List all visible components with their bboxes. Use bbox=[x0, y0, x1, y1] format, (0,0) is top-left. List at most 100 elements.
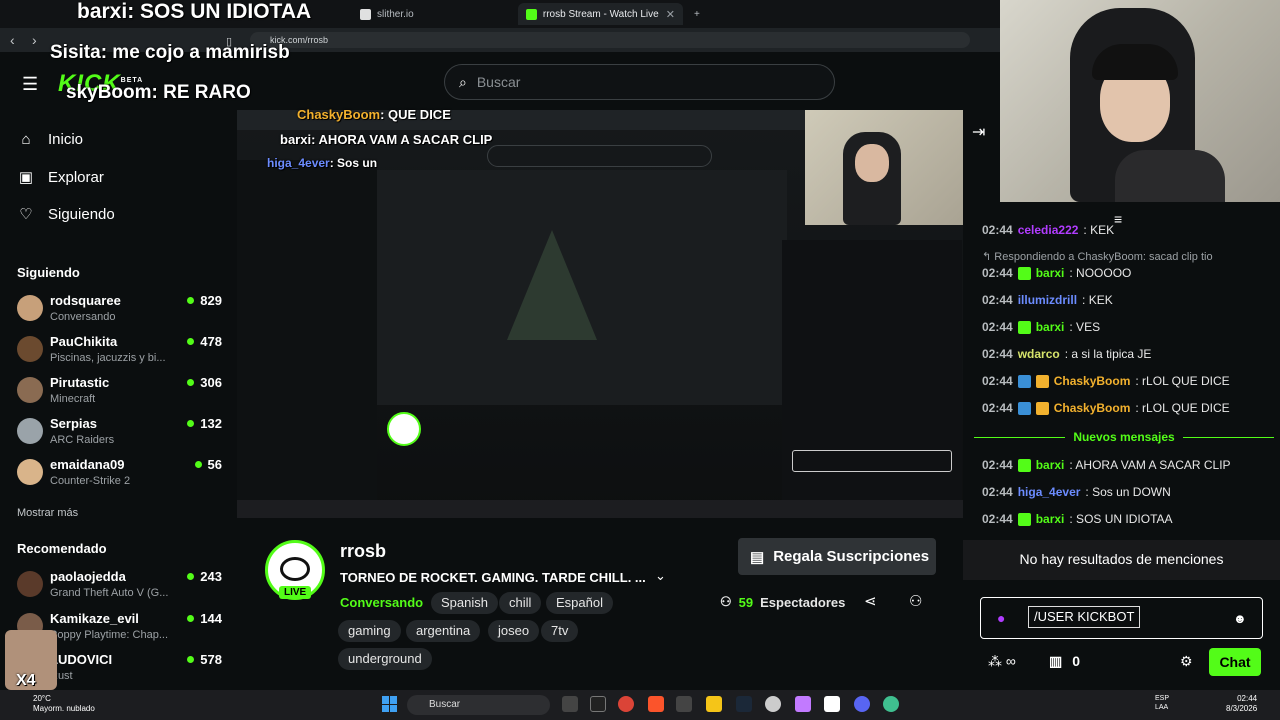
microphone-icon[interactable]: ● bbox=[997, 610, 1005, 626]
following-channel-serpias[interactable]: Serpias ARC Raiders 132 bbox=[17, 416, 227, 452]
overlay-chat-line-3: skyBoom: RE RARO bbox=[66, 82, 251, 103]
beanie-shape bbox=[1092, 44, 1178, 80]
multiplier-badge: X4 bbox=[16, 672, 36, 689]
windows-start-icon[interactable] bbox=[382, 696, 398, 712]
steam-icon[interactable] bbox=[736, 696, 752, 712]
chat-message: 02:44 barxi: VES bbox=[982, 320, 1101, 334]
app-icon[interactable] bbox=[795, 696, 811, 712]
recommended-section-title: Recomendado bbox=[17, 541, 107, 556]
tag-gaming[interactable]: gaming bbox=[338, 620, 401, 642]
viewer-count: 578 bbox=[187, 652, 222, 667]
keyboard-language[interactable]: ESP LAA bbox=[1155, 694, 1169, 712]
discord-icon[interactable] bbox=[854, 696, 870, 712]
app-icon[interactable] bbox=[883, 696, 899, 712]
file-explorer-icon[interactable] bbox=[706, 696, 722, 712]
emoji-icon[interactable]: ☻ bbox=[1233, 611, 1247, 626]
nested-sidebar bbox=[237, 160, 377, 500]
overlay-caption-2: barxi: AHORA VAM A SACAR CLIP bbox=[280, 132, 493, 147]
share-icon[interactable]: ⋖ bbox=[864, 592, 877, 610]
overlay-chat-line-2: Sisita: me cojo a mamirisb bbox=[50, 42, 290, 63]
live-dot-icon bbox=[187, 297, 195, 304]
system-clock[interactable]: 02:44 8/3/2026 bbox=[1226, 694, 1257, 714]
pinned-toggle-icon[interactable]: ≡ bbox=[1114, 211, 1122, 227]
heart-icon: ♡ bbox=[19, 206, 33, 223]
weather-widget[interactable]: 20°C Mayorm. nublado bbox=[33, 694, 95, 714]
following-section-title: Siguiendo bbox=[17, 265, 80, 280]
live-dot-icon bbox=[187, 338, 195, 345]
forward-icon[interactable]: › bbox=[32, 32, 37, 48]
send-chat-button[interactable]: Chat bbox=[1209, 648, 1261, 676]
webcam-feed bbox=[1000, 0, 1280, 202]
sidebar-item-inicio[interactable]: ⌂ Inicio bbox=[18, 131, 83, 148]
channel-points-icon[interactable]: ⁂ ∞ bbox=[988, 653, 1016, 670]
overlay-caption-1: ChaskyBoom: QUE DICE bbox=[297, 107, 451, 122]
live-dot-icon bbox=[194, 461, 202, 468]
chat-message: 02:44 illumizdrill: KEK bbox=[982, 293, 1113, 307]
live-badge: LIVE bbox=[279, 586, 312, 599]
following-channel-rodsquaree[interactable]: rodsquaree Conversando 829 bbox=[17, 293, 227, 329]
chat-input[interactable]: /USER KICKBOT bbox=[1028, 606, 1140, 628]
settings-gear-icon[interactable]: ⚙ bbox=[1180, 653, 1193, 670]
new-messages-divider[interactable]: Nuevos mensajes bbox=[974, 429, 1275, 445]
app-icon[interactable] bbox=[824, 696, 840, 712]
app-icon[interactable] bbox=[765, 696, 781, 712]
live-dot-icon bbox=[187, 615, 195, 622]
moderator-badge-icon bbox=[1017, 512, 1031, 526]
back-icon[interactable]: ‹ bbox=[10, 32, 15, 48]
chrome-icon[interactable] bbox=[618, 696, 634, 712]
following-channel-pirutastic[interactable]: Pirutastic Minecraft 306 bbox=[17, 375, 227, 411]
viewer-count: 132 bbox=[187, 416, 222, 431]
subscriber-badge-icon bbox=[1017, 401, 1031, 415]
epic-games-icon[interactable] bbox=[590, 696, 606, 712]
close-tab-icon[interactable]: ✕ bbox=[666, 8, 675, 21]
gift-subscriptions-button[interactable]: ▤ Regala Suscripciones bbox=[738, 538, 936, 575]
tag-underground[interactable]: underground bbox=[338, 648, 432, 670]
viewers-icon: ⚇ bbox=[720, 594, 732, 609]
sidebar-item-label: Explorar bbox=[48, 168, 104, 186]
moderator-badge-icon bbox=[1017, 458, 1031, 472]
sidebar-item-explorar[interactable]: ▣ Explorar bbox=[18, 168, 104, 187]
url-field[interactable]: kick.com/rrosb bbox=[250, 32, 970, 48]
sidebar-item-siguiendo[interactable]: ♡ Siguiendo bbox=[18, 205, 114, 224]
following-channel-emaidana09[interactable]: emaidana09 Counter-Strike 2 56 bbox=[17, 457, 227, 493]
nested-avatar bbox=[387, 412, 421, 446]
tag-spanish[interactable]: Spanish bbox=[431, 592, 498, 614]
viewer-count: 306 bbox=[187, 375, 222, 390]
tag-espanol[interactable]: Español bbox=[546, 592, 613, 614]
avatar-face-icon bbox=[280, 557, 310, 581]
avatar bbox=[17, 459, 43, 485]
tag-7tv[interactable]: 7tv bbox=[541, 620, 579, 642]
chat-message: 02:44 wdarco: a si la tipica JE bbox=[982, 347, 1152, 361]
avatar bbox=[17, 377, 43, 403]
task-view-icon[interactable] bbox=[562, 696, 578, 712]
tag-argentina[interactable]: argentina bbox=[406, 620, 481, 642]
show-more-link[interactable]: Mostrar más bbox=[17, 507, 78, 519]
brave-icon[interactable] bbox=[648, 696, 664, 712]
search-icon: ⌕ bbox=[459, 73, 467, 90]
app-icon[interactable] bbox=[676, 696, 692, 712]
tab-rrosb-stream[interactable]: rrosb Stream - Watch Live on Ki ✕ bbox=[518, 3, 683, 25]
nested-search-bar bbox=[487, 145, 712, 167]
chevron-down-icon[interactable]: ⌄ bbox=[655, 568, 666, 584]
following-channel-pauchikita[interactable]: PauChikita Piscinas, jacuzzis y bi... 47… bbox=[17, 334, 227, 370]
live-dot-icon bbox=[187, 379, 195, 386]
taskbar-search[interactable]: Buscar bbox=[407, 695, 550, 715]
collapse-chat-icon[interactable]: ⇥ bbox=[972, 122, 985, 142]
recommended-channel-paolaojedda[interactable]: paolaojedda Grand Theft Auto V (G... 243 bbox=[17, 569, 227, 605]
menu-icon[interactable]: ☰ bbox=[22, 74, 38, 95]
tag-joseo[interactable]: joseo bbox=[488, 620, 540, 642]
overlay-caption-3: higa_4ever: Sos un bbox=[267, 156, 378, 170]
chat-message: 02:44 ChaskyBoom: rLOL QUE DICE bbox=[982, 401, 1230, 415]
overlay-chat-line-1: barxi: SOS UN IDIOTAA bbox=[77, 0, 312, 23]
points-balance[interactable]: ▥ 0 bbox=[1049, 653, 1080, 670]
tag-chill[interactable]: chill bbox=[499, 592, 542, 614]
search-input[interactable]: ⌕ Buscar bbox=[444, 64, 835, 100]
stream-category[interactable]: Conversando bbox=[340, 595, 423, 610]
channel-name[interactable]: rrosb bbox=[340, 541, 386, 562]
new-tab-button[interactable]: + bbox=[686, 3, 706, 25]
viewer-count: ⚇ 59 Espectadores bbox=[720, 594, 846, 610]
follow-icon[interactable]: ⚇ bbox=[909, 592, 922, 610]
tab-slither[interactable]: slither.io bbox=[352, 3, 512, 25]
avatar bbox=[17, 571, 43, 597]
nested-webcam-feed bbox=[805, 110, 963, 225]
